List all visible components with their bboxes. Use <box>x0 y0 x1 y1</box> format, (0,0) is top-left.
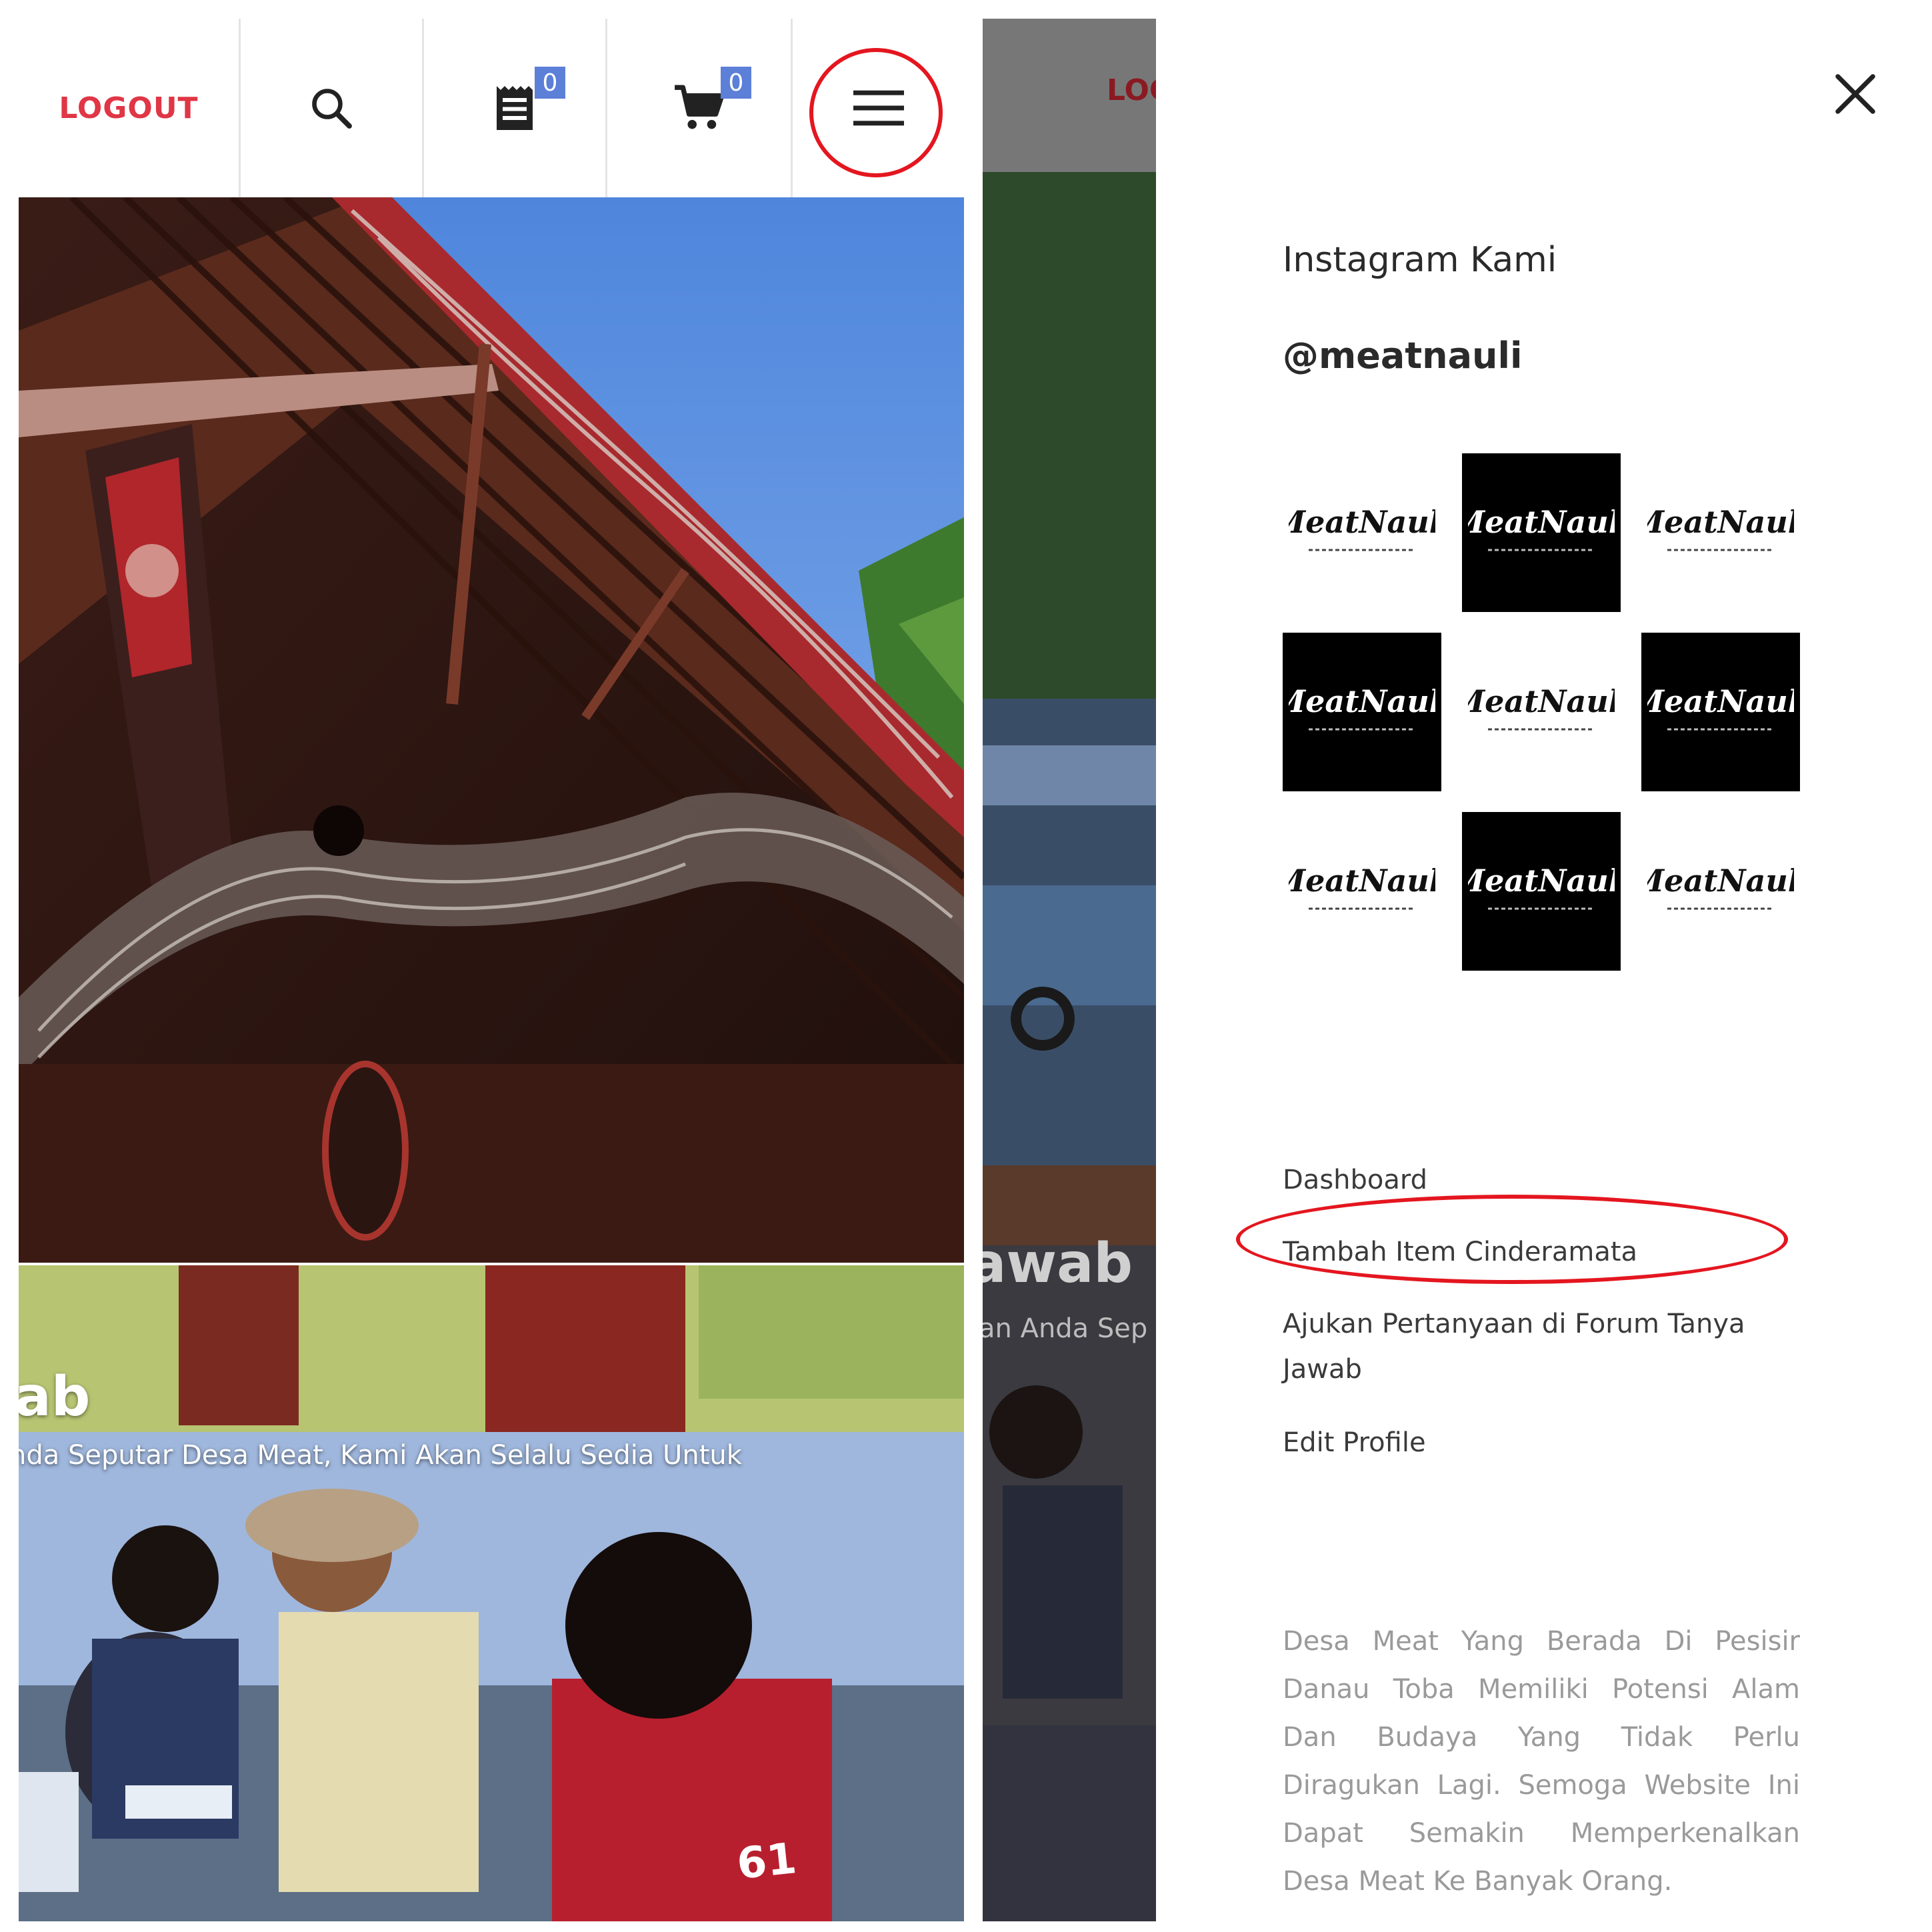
cart-button[interactable]: 0 <box>607 19 791 197</box>
menu-annotation-circle <box>809 48 943 177</box>
logout-link[interactable]: LOGOUT <box>19 19 239 197</box>
tile-logo: MeatNauli <box>1289 863 1435 899</box>
nav-ajukan-pertanyaan[interactable]: Ajukan Pertanyaan di Forum Tanya Jawab <box>1283 1301 1816 1392</box>
orders-count-badge: 0 <box>535 67 565 99</box>
cart-icon <box>674 85 725 129</box>
instagram-tile[interactable]: MeatNauli <box>1641 453 1800 612</box>
tile-logo: MeatNauli <box>1468 683 1615 719</box>
receipt-icon <box>497 86 533 130</box>
instagram-tile[interactable]: MeatNauli <box>1641 633 1800 791</box>
tile-logo: MeatNauli <box>1289 504 1435 540</box>
mobile-page-right: LOG awab an Anda Sep Instagram Kami @mea… <box>983 19 1913 1921</box>
close-drawer-button[interactable] <box>1825 64 1885 124</box>
search-button[interactable] <box>241 19 422 197</box>
logout-label: LOGOUT <box>59 91 199 125</box>
mobile-page-left: LOGOUT 0 0 61 ab nda Seputar Desa Meat, … <box>19 19 964 1921</box>
nav-edit-profile[interactable]: Edit Profile <box>1283 1420 1816 1465</box>
search-icon <box>312 89 352 129</box>
hero-subtitle-fragment: nda Seputar Desa Meat, Kami Akan Selalu … <box>19 1440 742 1471</box>
instagram-grid: MeatNauli MeatNauli MeatNauli MeatNauli … <box>1283 453 1800 971</box>
dimmed-title-fragment: awab <box>983 1232 1133 1295</box>
dimmed-logout-fragment: LOG <box>1107 73 1156 107</box>
tile-logo: MeatNauli <box>1468 504 1615 540</box>
tile-logo: MeatNauli <box>1647 683 1794 719</box>
orders-button[interactable]: 0 <box>424 19 605 197</box>
instagram-tile[interactable]: MeatNauli <box>1462 812 1621 971</box>
instagram-tile[interactable]: MeatNauli <box>1462 633 1621 791</box>
svg-text:61: 61 <box>735 1834 799 1889</box>
instagram-tile[interactable]: MeatNauli <box>1283 453 1441 612</box>
nav-ajukan-line2: Jawab <box>1283 1354 1362 1385</box>
instagram-tile[interactable]: MeatNauli <box>1641 812 1800 971</box>
about-text: Desa Meat Yang Berada Di Pesisir Danau T… <box>1283 1626 1800 1897</box>
instagram-tile[interactable]: MeatNauli <box>1283 812 1441 971</box>
side-drawer: Instagram Kami @meatnauli MeatNauli Meat… <box>1156 19 1913 1921</box>
tile-logo: MeatNauli <box>1647 863 1794 899</box>
instagram-tile[interactable]: MeatNauli <box>1283 633 1441 791</box>
hero-title-fragment: vab <box>19 1365 91 1429</box>
dimmed-background-strip[interactable]: LOG awab an Anda Sep <box>983 19 1156 1921</box>
screenshot-stage: LOGOUT 0 0 61 ab nda Seputar Desa Meat, … <box>0 0 1932 1932</box>
tile-logo: MeatNauli <box>1647 504 1794 540</box>
instagram-section-title: Instagram Kami <box>1283 240 1557 280</box>
nav-ajukan-line1: Ajukan Pertanyaan di Forum Tanya <box>1283 1309 1745 1339</box>
instagram-handle[interactable]: @meatnauli <box>1283 335 1523 377</box>
tile-logo: MeatNauli <box>1289 683 1435 719</box>
dimmed-subtitle-fragment: an Anda Sep <box>983 1313 1148 1344</box>
top-navbar: LOGOUT 0 0 <box>19 19 964 197</box>
tambah-annotation-ellipse <box>1236 1195 1788 1284</box>
close-icon <box>1835 74 1875 114</box>
cart-count-badge: 0 <box>721 67 751 99</box>
hero-image-roof <box>19 197 964 1263</box>
hero-image-village: 61 vab nda Seputar Desa Meat, Kami Akan … <box>19 1265 964 1921</box>
tile-logo: MeatNauli <box>1468 863 1615 899</box>
instagram-tile[interactable]: MeatNauli <box>1462 453 1621 612</box>
